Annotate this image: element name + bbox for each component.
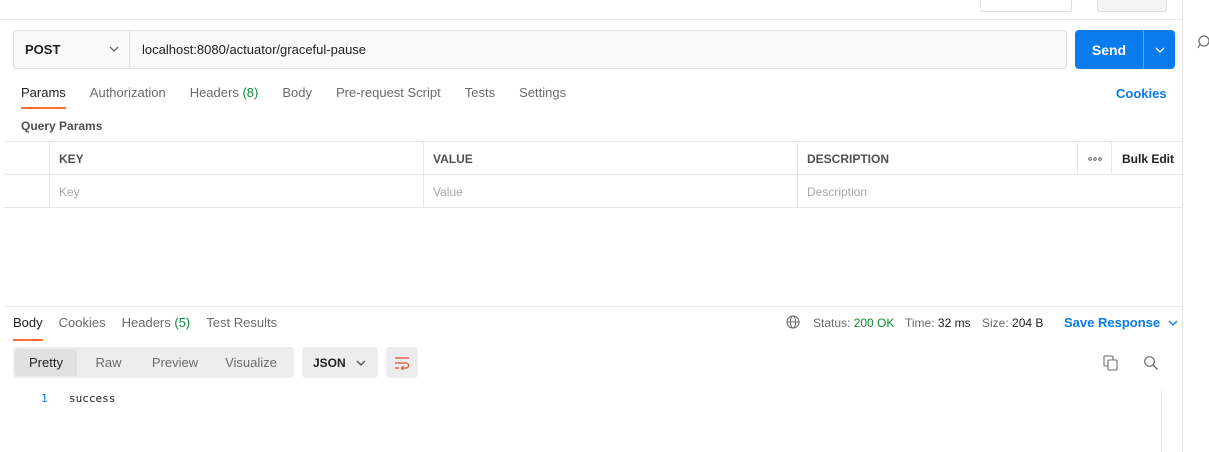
more-options-icon[interactable] (1078, 142, 1111, 175)
tab-headers[interactable]: Headers (8) (190, 85, 259, 109)
key-input[interactable]: Key (50, 175, 423, 208)
key-column-header: KEY (59, 151, 84, 166)
format-select[interactable]: JSON (302, 347, 378, 378)
view-preview-button[interactable]: Preview (140, 349, 210, 376)
response-tab-body[interactable]: Body (13, 315, 43, 341)
query-params-table: KEY VALUE DESCRIPTION Bulk Edit Key Valu… (4, 141, 1182, 208)
comments-icon[interactable] (1196, 34, 1209, 50)
tab-body[interactable]: Body (282, 85, 312, 109)
time-indicator[interactable]: Time: 32 ms (905, 316, 971, 330)
tab-tests[interactable]: Tests (465, 85, 495, 109)
table-header-row: KEY VALUE DESCRIPTION Bulk Edit (4, 142, 1182, 175)
view-mode-toggle: Pretty Raw Preview Visualize (13, 347, 294, 378)
view-raw-button[interactable]: Raw (77, 349, 140, 376)
editor-scrollbar[interactable] (1161, 389, 1175, 452)
top-toolbar-clipped (0, 0, 1183, 20)
search-icon[interactable] (1143, 355, 1159, 371)
size-indicator[interactable]: Size: 204 B (982, 316, 1043, 330)
toolbar-button-clipped[interactable] (980, 0, 1072, 12)
response-headers-count: (5) (174, 315, 191, 330)
chevron-down-icon (356, 360, 366, 366)
request-tabs: Params Authorization Headers (8) Body Pr… (21, 85, 590, 109)
postman-request-pane: POST localhost:8080/actuator/graceful-pa… (0, 0, 1209, 452)
size-value: 204 B (1012, 316, 1044, 330)
response-tabs: Body Cookies Headers (5) Test Results (13, 315, 293, 341)
globe-icon[interactable] (786, 315, 800, 329)
value-input[interactable]: Value (424, 175, 797, 208)
description-column-header: DESCRIPTION (807, 151, 890, 166)
url-input[interactable]: localhost:8080/actuator/graceful-pause (130, 31, 366, 68)
headers-count: (8) (242, 85, 259, 100)
time-value: 32 ms (937, 316, 971, 330)
method-select[interactable]: POST (14, 31, 130, 68)
send-button-group: Send (1075, 30, 1175, 69)
right-sidebar-border (1182, 0, 1183, 452)
request-url-bar: POST localhost:8080/actuator/graceful-pa… (13, 30, 1067, 69)
tab-params[interactable]: Params (21, 85, 66, 109)
response-tab-headers[interactable]: Headers (5) (122, 315, 191, 341)
save-response-button[interactable]: Save Response (1064, 315, 1178, 330)
word-wrap-button[interactable] (386, 347, 418, 378)
view-visualize-button[interactable]: Visualize (210, 349, 292, 376)
tab-settings[interactable]: Settings (519, 85, 566, 109)
line-number: 1 (41, 392, 48, 405)
response-body-text[interactable]: success (69, 392, 115, 405)
chevron-down-icon (1168, 320, 1178, 326)
tab-authorization[interactable]: Authorization (90, 85, 166, 109)
copy-icon[interactable] (1103, 355, 1118, 371)
word-wrap-icon (395, 356, 410, 370)
method-label: POST (25, 42, 61, 57)
status-value: 200 OK (853, 316, 895, 330)
view-toggle-clipped[interactable] (1097, 0, 1167, 12)
chevron-down-icon (1155, 47, 1164, 53)
query-params-title: Query Params (21, 119, 103, 133)
value-column-header: VALUE (433, 151, 473, 166)
send-dropdown[interactable] (1144, 30, 1175, 69)
status-indicator[interactable]: Status: 200 OK (813, 316, 894, 330)
row-checkbox-area (4, 175, 49, 208)
description-input[interactable]: Description (798, 175, 1182, 208)
response-divider[interactable] (4, 306, 1182, 307)
bulk-edit-button[interactable]: Bulk Edit (1112, 142, 1182, 175)
chevron-down-icon (109, 46, 119, 52)
response-tab-test-results[interactable]: Test Results (206, 315, 277, 341)
table-row: Key Value Description (4, 175, 1182, 208)
response-tab-cookies[interactable]: Cookies (59, 315, 106, 341)
view-pretty-button[interactable]: Pretty (15, 349, 77, 376)
cookies-link[interactable]: Cookies (1116, 86, 1167, 101)
tab-pre-request-script[interactable]: Pre-request Script (336, 85, 441, 109)
format-label: JSON (313, 355, 346, 370)
send-button[interactable]: Send (1075, 30, 1143, 69)
